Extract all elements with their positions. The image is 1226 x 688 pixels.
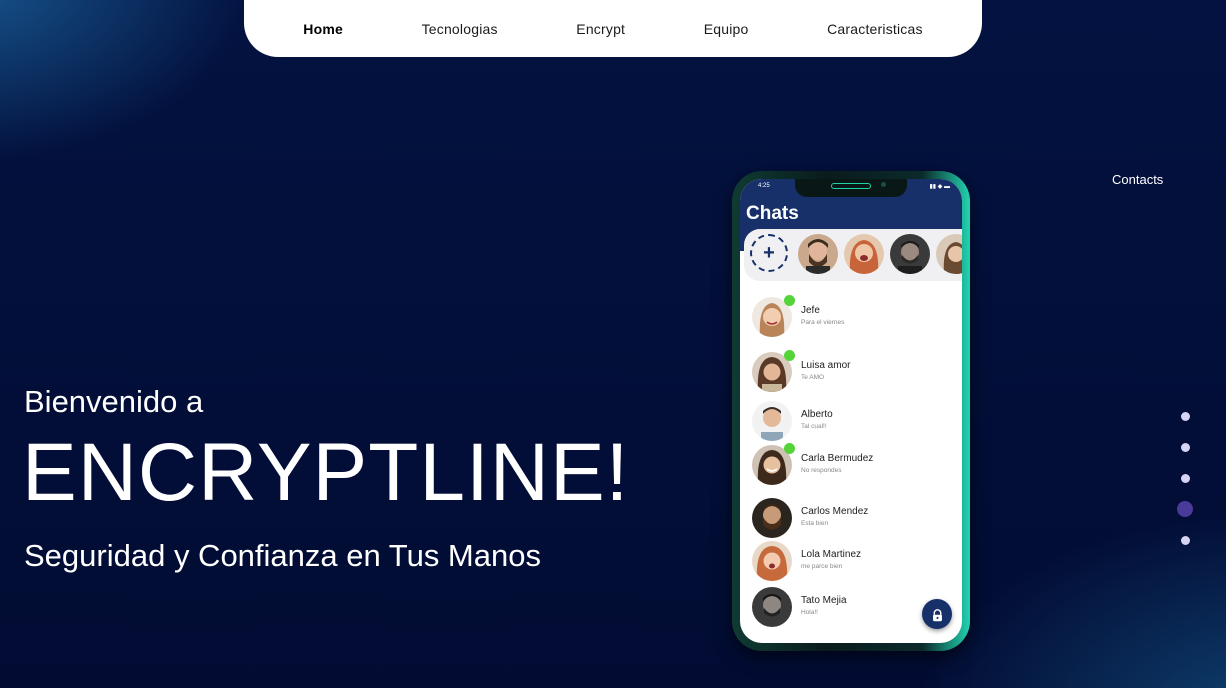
chat-message: Tal cual!! xyxy=(801,423,827,430)
contacts-link[interactable]: Contacts xyxy=(1112,172,1163,187)
status-time: 4:25 xyxy=(758,183,770,189)
story-avatar[interactable] xyxy=(844,234,884,274)
avatar-icon xyxy=(798,234,838,274)
slider-dots xyxy=(1174,412,1196,567)
nav-home[interactable]: Home xyxy=(303,21,343,37)
chat-item[interactable]: Alberto Tal cual!! xyxy=(752,401,952,445)
chat-name: Lola Martinez xyxy=(801,549,862,560)
stories-bar: + xyxy=(744,229,962,281)
chat-message: Hola!! xyxy=(801,609,818,616)
hero-title: ENCRYPTLINE! xyxy=(22,427,630,518)
chats-title: Chats xyxy=(746,203,799,224)
slider-dot[interactable] xyxy=(1180,443,1190,452)
slider-dot[interactable] xyxy=(1180,536,1190,545)
avatar xyxy=(752,498,792,538)
chat-item[interactable]: Carla Bermudez No respondes xyxy=(752,443,952,489)
nav-encrypt[interactable]: Encrypt xyxy=(576,21,625,37)
lock-button[interactable] xyxy=(922,599,952,629)
chat-name: Luisa amor xyxy=(801,360,851,371)
chat-message: Para el viernes xyxy=(801,319,845,326)
chat-name: Carlos Mendez xyxy=(801,506,869,517)
nav-tecnologias[interactable]: Tecnologias xyxy=(422,21,498,37)
nav-equipo[interactable]: Equipo xyxy=(704,21,749,37)
chat-item[interactable]: Lola Martinez me parce bien xyxy=(752,541,952,585)
chat-message: No respondes xyxy=(801,467,842,474)
top-nav: Home Tecnologias Encrypt Equipo Caracter… xyxy=(244,0,982,57)
slider-dot[interactable] xyxy=(1180,474,1190,483)
lock-icon xyxy=(932,608,942,621)
story-avatar[interactable] xyxy=(890,234,930,274)
online-indicator xyxy=(784,295,795,306)
slider-dot-active[interactable] xyxy=(1177,501,1193,517)
avatar-icon xyxy=(936,234,962,274)
chat-item[interactable]: Luisa amor Te AMO xyxy=(752,350,952,396)
avatar-icon xyxy=(752,498,792,538)
chat-item[interactable]: Carlos Mendez Esta bien xyxy=(752,498,952,542)
avatar xyxy=(752,401,792,441)
phone-mockup: 4:25 ▮▮ ◆ ▬ Chats + Jefe Para el viernes… xyxy=(732,171,970,651)
avatar-icon xyxy=(752,401,792,441)
online-indicator xyxy=(784,350,795,361)
camera-icon xyxy=(881,182,886,187)
nav-caracteristicas[interactable]: Caracteristicas xyxy=(827,21,923,37)
online-indicator xyxy=(784,443,795,454)
story-avatar[interactable] xyxy=(936,234,962,274)
status-icons: ▮▮ ◆ ▬ xyxy=(929,184,950,190)
chat-message: me parce bien xyxy=(801,563,843,570)
hero-subtitle: Seguridad y Confianza en Tus Manos xyxy=(24,538,541,573)
avatar xyxy=(752,541,792,581)
speaker-icon xyxy=(831,183,871,189)
chat-name: Jefe xyxy=(801,305,820,316)
chat-name: Tato Mejia xyxy=(801,595,847,606)
slider-dot[interactable] xyxy=(1180,412,1190,421)
avatar-icon xyxy=(844,234,884,274)
story-avatar[interactable] xyxy=(798,234,838,274)
phone-notch xyxy=(795,179,907,197)
avatar-icon xyxy=(752,541,792,581)
avatar xyxy=(752,587,792,627)
chat-item[interactable]: Jefe Para el viernes xyxy=(752,295,952,341)
chat-message: Esta bien xyxy=(801,520,829,527)
hero-pre-title: Bienvenido a xyxy=(24,384,204,419)
phone-screen: 4:25 ▮▮ ◆ ▬ Chats + Jefe Para el viernes… xyxy=(740,179,962,643)
avatar-icon xyxy=(752,587,792,627)
chat-name: Alberto xyxy=(801,409,833,420)
chat-name: Carla Bermudez xyxy=(801,453,874,464)
add-story-button[interactable]: + xyxy=(750,234,788,272)
avatar-icon xyxy=(890,234,930,274)
chat-message: Te AMO xyxy=(801,374,825,381)
